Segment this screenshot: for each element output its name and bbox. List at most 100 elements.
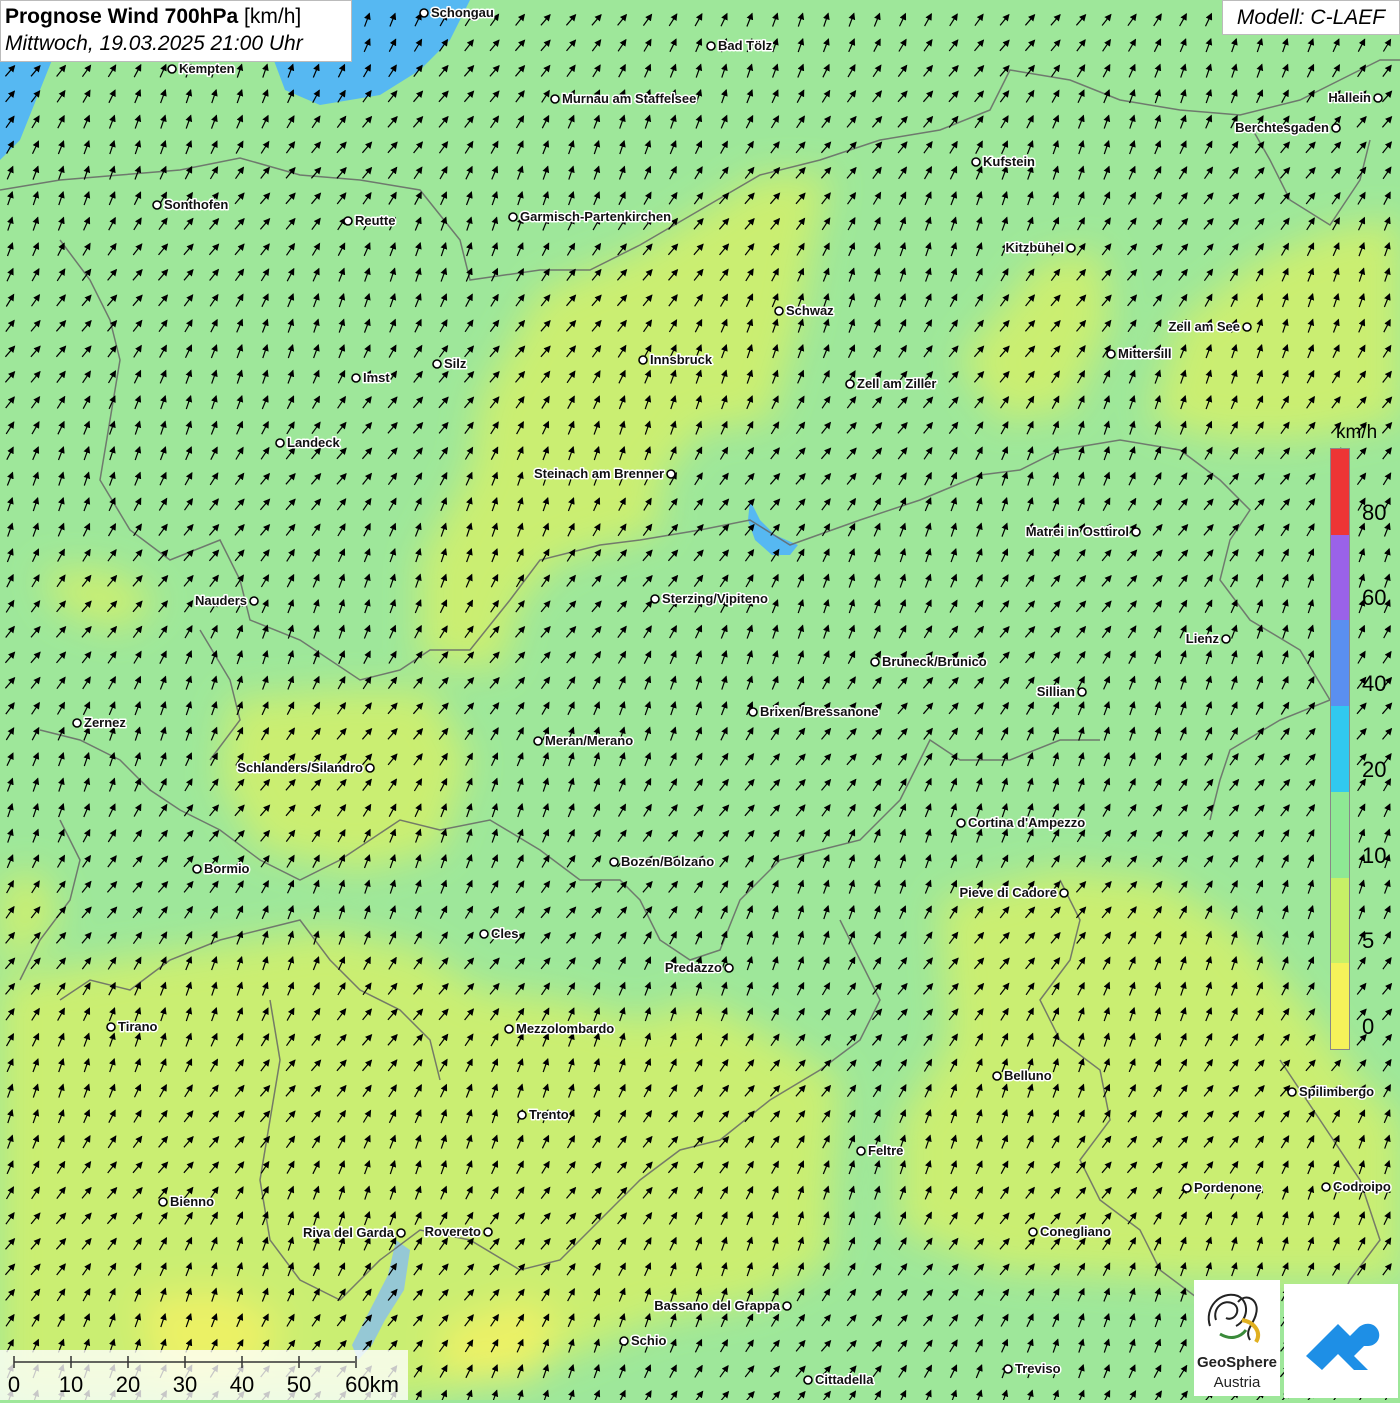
city-dot — [483, 1227, 493, 1237]
city-dot — [666, 469, 676, 479]
city-marker[interactable]: Cortina d'Ampezzo — [956, 814, 1087, 832]
scale-label: 10 — [58, 1372, 84, 1397]
city-label: Bassano del Grappa — [654, 1298, 780, 1313]
city-dot — [1131, 527, 1141, 537]
legend-tick-label: 60 — [1362, 585, 1387, 611]
city-label: Sillian — [1037, 684, 1075, 699]
city-marker[interactable]: Murnau am Staffelsee — [550, 90, 698, 108]
city-dot — [158, 1197, 168, 1207]
city-label: Schongau — [431, 5, 494, 20]
city-label: Zell am Ziller — [857, 376, 936, 391]
city-marker[interactable]: Codroipo — [1321, 1178, 1392, 1196]
legend-tick-label: 40 — [1362, 671, 1387, 697]
city-dot — [533, 736, 543, 746]
city-marker[interactable]: Spilimbergo — [1287, 1083, 1376, 1101]
geosphere-emblem-icon — [1207, 1293, 1261, 1344]
city-label: Sterzing/Vipiteno — [662, 591, 768, 606]
geosphere-logo: GeoSphere Austria — [1194, 1280, 1280, 1396]
legend-color-bar — [1330, 448, 1350, 1050]
city-dot — [550, 94, 560, 104]
city-label: Feltre — [868, 1143, 903, 1158]
city-label: Imst — [363, 370, 390, 385]
city-dot — [782, 1301, 792, 1311]
city-marker[interactable]: Zell am See — [1167, 318, 1252, 336]
city-marker[interactable]: Berchtesgaden — [1234, 119, 1341, 137]
scale-label: 30 — [172, 1372, 198, 1397]
city-dot — [1028, 1227, 1038, 1237]
legend-tick-label: 20 — [1362, 756, 1387, 782]
city-label: Zernez — [84, 715, 126, 730]
city-label: Bienno — [170, 1194, 214, 1209]
city-marker[interactable]: Bruneck/Brunico — [870, 653, 988, 671]
city-dot — [275, 438, 285, 448]
city-marker[interactable]: Meran/Merano — [533, 732, 635, 750]
city-dot — [1066, 243, 1076, 253]
city-dot — [167, 64, 177, 74]
city-label: Garmisch-Partenkirchen — [520, 209, 671, 224]
city-marker[interactable]: Sonthofen — [152, 196, 230, 214]
map-title: Prognose Wind 700hPa [km/h] — [5, 4, 347, 30]
city-dot — [856, 1146, 866, 1156]
city-marker[interactable]: Bassano del Grappa — [653, 1297, 792, 1315]
city-dot — [619, 1336, 629, 1346]
city-dot — [1373, 93, 1383, 103]
map-title-box: Prognose Wind 700hPa [km/h] Mittwoch, 19… — [0, 0, 352, 62]
city-marker[interactable]: Steinach am Brenner — [532, 465, 676, 483]
city-marker[interactable]: Matrei in Osttirol — [1024, 523, 1141, 541]
legend-unit: km/h — [1336, 422, 1378, 443]
city-marker[interactable]: Riva del Garda — [301, 1224, 406, 1242]
city-marker[interactable]: Zell am Ziller — [845, 375, 938, 393]
color-legend: km/h 0 5 10 20 40 60 80 — [1328, 420, 1400, 1060]
city-marker[interactable]: Cittadella — [803, 1371, 876, 1389]
city-marker[interactable]: Innsbruck — [638, 351, 714, 369]
city-label: Berchtesgaden — [1235, 120, 1329, 135]
city-dot — [1331, 123, 1341, 133]
geosphere-logo-line1: GeoSphere — [1196, 1354, 1278, 1371]
city-dot — [870, 657, 880, 667]
city-marker[interactable]: Pieve di Cadore — [958, 884, 1069, 902]
city-marker[interactable]: Schlanders/Silandro — [236, 759, 375, 777]
scale-label: 20 — [115, 1372, 141, 1397]
city-marker[interactable]: Mezzolombardo — [504, 1020, 616, 1038]
legend-color-segment — [1331, 963, 1349, 1049]
geosphere-logo-line2: Austria — [1213, 1374, 1261, 1391]
city-marker[interactable]: Bozen/Bolzano — [609, 853, 716, 871]
city-dot — [971, 157, 981, 167]
weather-app-logo — [1284, 1284, 1398, 1398]
city-marker[interactable]: Pordenone — [1182, 1179, 1263, 1197]
city-dot — [192, 864, 202, 874]
city-label: Bad Tölz — [718, 38, 773, 53]
city-dot — [1242, 322, 1252, 332]
city-marker[interactable]: Conegliano — [1028, 1223, 1112, 1241]
city-label: Cles — [491, 926, 518, 941]
wind-map[interactable]: Schongau Bad Tölz Kempten Murnau am Staffel… — [0, 0, 1400, 1400]
city-dot — [1221, 634, 1231, 644]
city-label: Matrei in Osttirol — [1026, 524, 1129, 539]
city-marker[interactable]: Schongau — [419, 4, 495, 22]
city-marker[interactable]: Sterzing/Vipiteno — [650, 590, 769, 608]
city-label: Spilimbergo — [1299, 1084, 1374, 1099]
city-label: Mittersill — [1118, 346, 1171, 361]
city-dot — [1077, 687, 1087, 697]
legend-color-segment — [1331, 449, 1349, 535]
city-dot — [1287, 1087, 1297, 1097]
city-marker[interactable]: Brixen/Bressanone — [748, 703, 880, 721]
city-label: Bruneck/Brunico — [882, 654, 987, 669]
city-dot — [351, 373, 361, 383]
city-dot — [152, 200, 162, 210]
city-label: Cittadella — [815, 1372, 874, 1387]
city-label: Schwaz — [786, 303, 834, 318]
city-label: Silz — [444, 356, 467, 371]
city-dot — [396, 1228, 406, 1238]
city-marker[interactable]: Garmisch-Partenkirchen — [508, 208, 673, 226]
city-label: Reutte — [355, 213, 395, 228]
city-dot — [479, 929, 489, 939]
city-label: Belluno — [1004, 1068, 1052, 1083]
legend-color-segment — [1331, 620, 1349, 707]
city-dot — [706, 41, 716, 51]
legend-color-segment — [1331, 791, 1349, 878]
scale-bar: 0 10 20 30 40 50 60km — [0, 1350, 408, 1400]
city-label: Meran/Merano — [545, 733, 633, 748]
city-label: Treviso — [1015, 1361, 1061, 1376]
city-dot — [72, 718, 82, 728]
